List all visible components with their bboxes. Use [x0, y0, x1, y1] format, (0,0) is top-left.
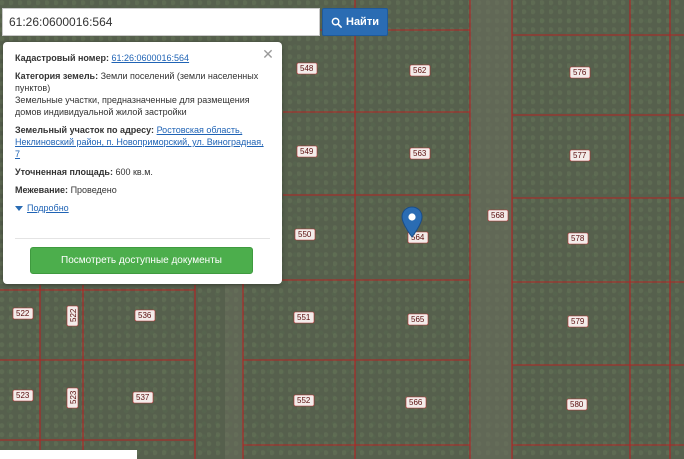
parcel-number-label[interactable]: 549	[296, 145, 318, 158]
divider	[15, 238, 270, 239]
svg-text:576: 576	[573, 68, 587, 77]
svg-text:522: 522	[16, 309, 30, 318]
survey-label: Межевание:	[15, 185, 69, 195]
survey-value: Проведено	[70, 185, 117, 195]
parcel-number-label[interactable]: 579	[567, 315, 589, 328]
parcel-number-label[interactable]: 576	[569, 66, 591, 79]
svg-text:548: 548	[300, 64, 314, 73]
parcel-number-label[interactable]: 550	[294, 228, 316, 241]
svg-text:565: 565	[411, 315, 425, 324]
search-button[interactable]: Найти	[322, 8, 388, 36]
view-documents-button[interactable]: Посмотреть доступные документы	[30, 247, 253, 274]
parcel-number-label[interactable]: 577	[569, 149, 591, 162]
svg-text:523: 523	[69, 390, 78, 404]
parcel-number-label[interactable]: 568	[487, 209, 509, 222]
address-label: Земельный участок по адресу:	[15, 125, 155, 135]
area-row: Уточненная площадь: 600 кв.м.	[15, 166, 270, 178]
svg-text:579: 579	[571, 317, 585, 326]
parcel-number-label[interactable]: 580	[566, 398, 588, 411]
svg-text:578: 578	[571, 234, 585, 243]
svg-text:566: 566	[409, 398, 423, 407]
search-bar	[2, 8, 320, 36]
parcel-number-label[interactable]: 551	[293, 311, 315, 324]
search-button-label: Найти	[346, 16, 379, 28]
parcel-number-label[interactable]: 552	[293, 394, 315, 407]
survey-row: Межевание: Проведено	[15, 184, 270, 196]
parcel-number-label[interactable]: 536	[134, 309, 156, 322]
svg-text:563: 563	[413, 149, 427, 158]
svg-text:522: 522	[69, 308, 78, 322]
cadastral-label: Кадастровый номер:	[15, 53, 109, 63]
parcel-number-label[interactable]: 562	[409, 64, 431, 77]
category-description: Земельные участки, предназначенные для р…	[15, 95, 250, 117]
parcel-number-label[interactable]: 566	[405, 396, 427, 409]
svg-text:552: 552	[297, 396, 311, 405]
address-row: Земельный участок по адресу: Ростовская …	[15, 124, 270, 160]
road	[225, 285, 243, 459]
cadastral-row: Кадастровый номер: 61:26:0600016:564	[15, 52, 270, 64]
caret-down-icon	[15, 205, 23, 211]
bottom-panel-edge	[0, 450, 137, 459]
svg-text:549: 549	[300, 147, 314, 156]
svg-text:551: 551	[297, 313, 311, 322]
parcel-number-label[interactable]: 563	[409, 147, 431, 160]
close-icon[interactable]: ✕	[262, 47, 274, 61]
parcel-number-label[interactable]: 523	[66, 387, 79, 409]
svg-text:577: 577	[573, 151, 587, 160]
svg-text:536: 536	[138, 311, 152, 320]
svg-text:537: 537	[136, 393, 150, 402]
parcel-number-label[interactable]: 522	[12, 307, 34, 320]
details-link[interactable]: Подробно	[27, 202, 69, 214]
search-input[interactable]	[2, 8, 320, 36]
parcel-info-popup: ✕ Кадастровый номер: 61:26:0600016:564 К…	[3, 42, 282, 284]
map-pin-icon[interactable]	[401, 206, 423, 238]
parcel-number-label[interactable]: 548	[296, 62, 318, 75]
svg-text:523: 523	[16, 391, 30, 400]
road	[470, 0, 512, 459]
svg-text:550: 550	[298, 230, 312, 239]
category-row: Категория земель: Земли поселений (земли…	[15, 70, 270, 118]
parcel-number-label[interactable]: 523	[12, 389, 34, 402]
svg-text:562: 562	[413, 66, 427, 75]
details-toggle[interactable]: Подробно	[15, 202, 270, 214]
area-value: 600 кв.м.	[115, 167, 153, 177]
parcel-number-label[interactable]: 565	[407, 313, 429, 326]
area-label: Уточненная площадь:	[15, 167, 113, 177]
parcel-number-label[interactable]: 537	[132, 391, 154, 404]
category-label: Категория земель:	[15, 71, 99, 81]
svg-text:568: 568	[491, 211, 505, 220]
svg-text:580: 580	[570, 400, 584, 409]
parcel-number-label[interactable]: 522	[66, 305, 79, 327]
search-icon	[331, 17, 342, 28]
parcel-number-label[interactable]: 578	[567, 232, 589, 245]
cadastral-link[interactable]: 61:26:0600016:564	[111, 53, 189, 63]
